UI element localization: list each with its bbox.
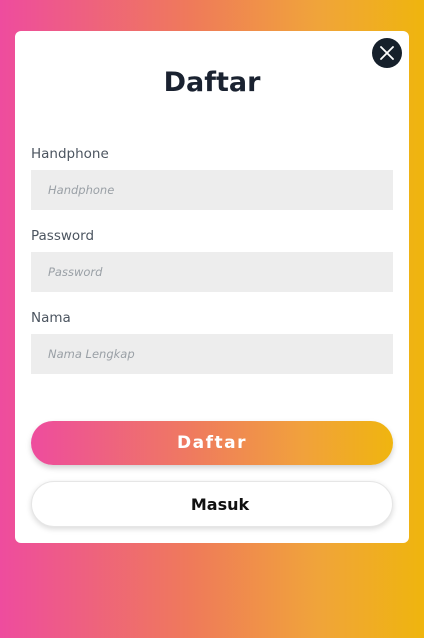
handphone-label: Handphone [31, 146, 109, 162]
register-button[interactable]: Daftar [31, 421, 393, 465]
name-label: Nama [31, 310, 71, 326]
password-input[interactable] [31, 252, 393, 292]
handphone-input[interactable] [31, 170, 393, 210]
modal-title: Daftar [163, 67, 261, 98]
name-input[interactable] [31, 334, 393, 374]
register-modal: Daftar Handphone Password Nama Daftar Ma… [15, 31, 409, 543]
close-icon [380, 46, 394, 60]
login-button[interactable]: Masuk [31, 481, 393, 527]
close-button[interactable] [372, 38, 402, 68]
password-label: Password [31, 228, 95, 244]
